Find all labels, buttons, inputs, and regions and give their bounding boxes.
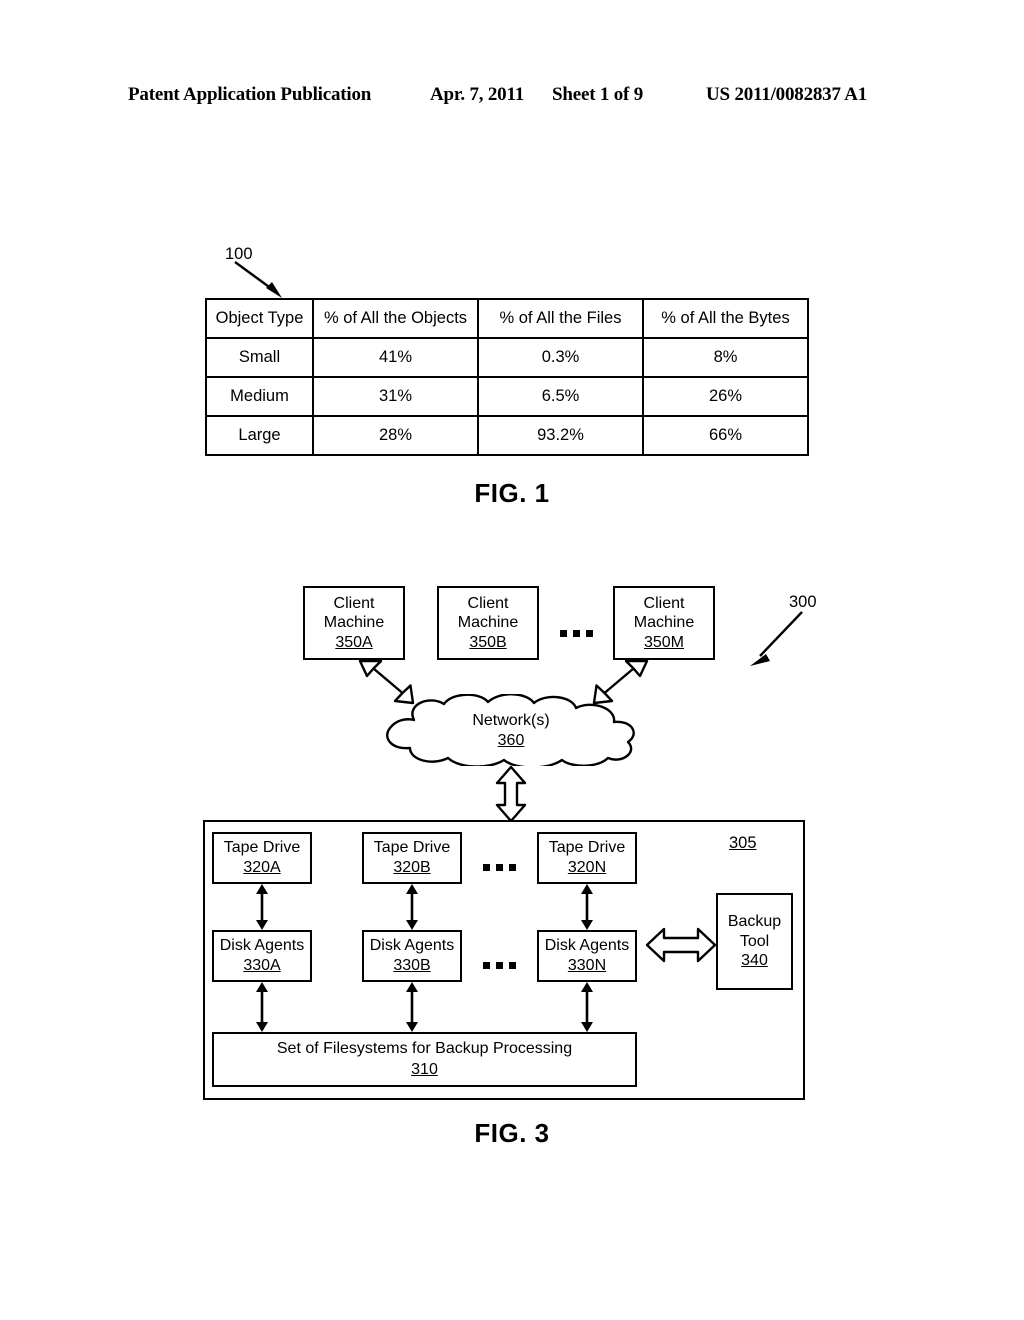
network-to-system-arrow-icon (495, 765, 527, 823)
backup-tool-label-line1: Backup (727, 913, 782, 931)
tape-to-disk-connector-b-icon (406, 884, 418, 930)
tape-drive-label: Tape Drive (373, 839, 451, 857)
table-header-cell: % of All the Bytes (642, 298, 809, 339)
disk-agents-label: Disk Agents (219, 937, 305, 955)
table-header-cell: % of All the Files (477, 298, 644, 339)
disk-to-filesystems-connector-n-icon (581, 982, 593, 1032)
tape-to-disk-connector-a-icon (256, 884, 268, 930)
tape-drive-reference: 320N (567, 859, 607, 876)
table-cell: 8% (642, 337, 809, 378)
disk-to-filesystems-connector-b-icon (406, 982, 418, 1032)
filesystems-label: Set of Filesystems for Backup Processing (276, 1039, 573, 1057)
disk-agents-label: Disk Agents (544, 937, 630, 955)
table-cell: 6.5% (477, 376, 644, 417)
disk-agents-330a-box: Disk Agents 330A (212, 930, 312, 982)
network-reference: 360 (497, 732, 525, 749)
table-cell: Medium (205, 376, 314, 417)
table-cell: 66% (642, 415, 809, 456)
disk-agents-to-backup-tool-arrow-icon (645, 927, 717, 963)
table-cell: 93.2% (477, 415, 644, 456)
table-row: Large 28% 93.2% 66% (205, 415, 809, 456)
client-machine-label-line2: Machine (633, 614, 695, 632)
table-row: Medium 31% 6.5% 26% (205, 376, 809, 417)
disk-agents-label: Disk Agents (369, 937, 455, 955)
backup-tool-reference: 340 (741, 952, 768, 970)
network-label-text: Network(s) (472, 712, 550, 729)
client-machine-label-line1: Client (467, 594, 509, 612)
client-ellipsis-icon (560, 630, 593, 637)
disk-agents-330b-box: Disk Agents 330B (362, 930, 462, 982)
client-machine-label-line1: Client (643, 594, 685, 612)
disk-agents-330n-box: Disk Agents 330N (537, 930, 637, 982)
header-date: Apr. 7, 2011 (430, 84, 525, 105)
client-machine-reference: 350B (469, 633, 507, 651)
figure-3-caption: FIG. 3 (474, 1118, 550, 1148)
table-cell: 26% (642, 376, 809, 417)
table-cell: 41% (312, 337, 479, 378)
table-header-cell: Object Type (205, 298, 314, 339)
table-header-row: Object Type % of All the Objects % of Al… (205, 298, 809, 339)
client-machine-350a-box: Client Machine 350A (303, 586, 405, 660)
filesystems-310-box: Set of Filesystems for Backup Processing… (212, 1032, 637, 1087)
disk-agents-reference: 330B (393, 957, 431, 974)
backup-system-reference: 305 (729, 834, 757, 852)
backup-tool-label-line2: Tool (739, 932, 770, 950)
table-cell: Small (205, 337, 314, 378)
figure-3-leader-arrow-icon (750, 611, 803, 666)
object-type-table-container: Object Type % of All the Objects % of Al… (205, 298, 809, 456)
client-machine-reference: 350M (643, 633, 685, 651)
client-machine-350m-box: Client Machine 350M (613, 586, 715, 660)
filesystems-reference: 310 (411, 1060, 438, 1078)
table-cell: 28% (312, 415, 479, 456)
tape-drive-label: Tape Drive (223, 839, 301, 857)
header-sheet: Sheet 1 of 9 (552, 84, 644, 105)
backup-tool-340-box: Backup Tool 340 (716, 893, 793, 990)
patent-header: Patent Application Publication Apr. 7, 2… (0, 84, 1024, 114)
table-cell: 31% (312, 376, 479, 417)
client-machine-label-line2: Machine (323, 614, 385, 632)
disk-agents-reference: 330N (567, 957, 607, 974)
disk-agents-reference: 330A (243, 957, 281, 974)
tape-to-disk-connector-n-icon (581, 884, 593, 930)
object-type-table: Object Type % of All the Objects % of Al… (205, 298, 809, 456)
figure-1-leader-arrow-icon (234, 261, 282, 298)
client-machine-label-line2: Machine (457, 614, 519, 632)
tape-drive-320n-box: Tape Drive 320N (537, 832, 637, 884)
network-cloud-label: Network(s) 360 (376, 711, 646, 751)
disk-to-filesystems-connector-a-icon (256, 982, 268, 1032)
table-cell: Large (205, 415, 314, 456)
tape-drive-reference: 320B (393, 859, 431, 876)
client-machine-label-line1: Client (333, 594, 375, 612)
header-publication: Patent Application Publication (128, 84, 372, 105)
tape-drive-ellipsis-icon (483, 864, 516, 871)
table-row: Small 41% 0.3% 8% (205, 337, 809, 378)
tape-drive-320b-box: Tape Drive 320B (362, 832, 462, 884)
tape-drive-label: Tape Drive (548, 839, 626, 857)
disk-agents-ellipsis-icon (483, 962, 516, 969)
figure-1-caption: FIG. 1 (474, 478, 550, 508)
client-machine-reference: 350A (335, 633, 373, 651)
tape-drive-reference: 320A (243, 859, 281, 876)
table-cell: 0.3% (477, 337, 644, 378)
header-patent-number: US 2011/0082837 A1 (706, 84, 868, 105)
tape-drive-320a-box: Tape Drive 320A (212, 832, 312, 884)
client-machine-350b-box: Client Machine 350B (437, 586, 539, 660)
table-header-cell: % of All the Objects (312, 298, 479, 339)
